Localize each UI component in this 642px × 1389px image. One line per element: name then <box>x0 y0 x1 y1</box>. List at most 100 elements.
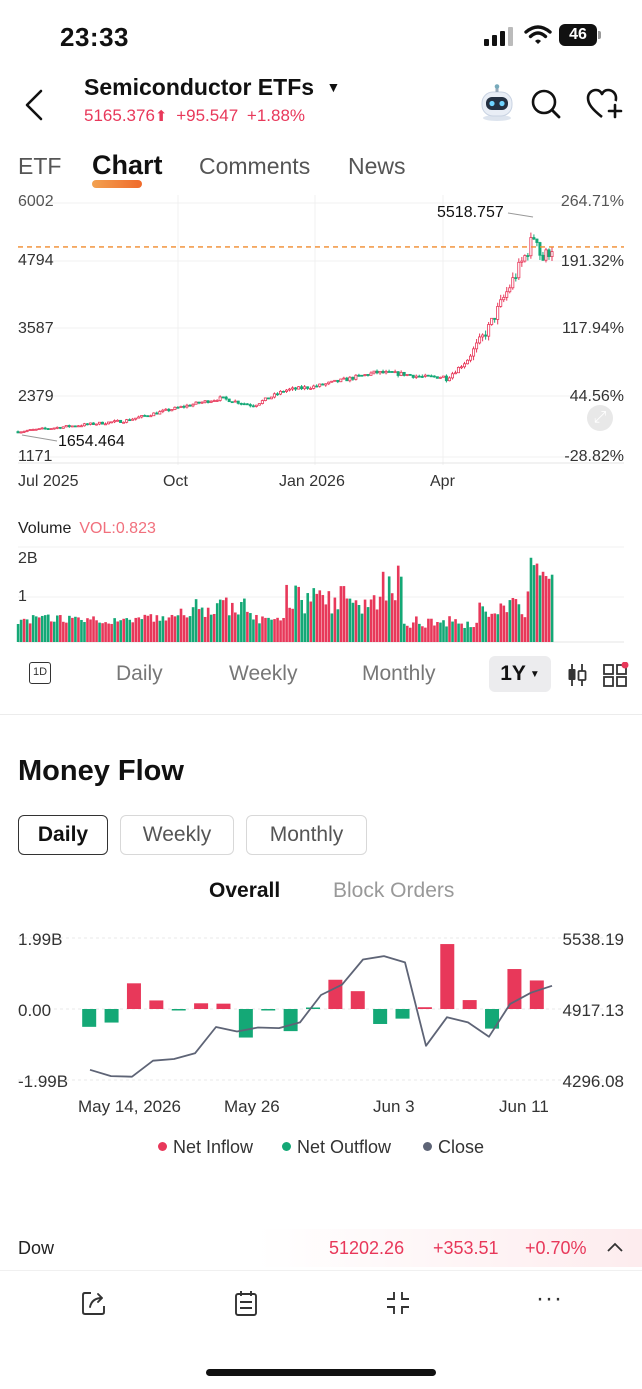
candle-body <box>354 374 358 380</box>
collapse-icon[interactable] <box>384 1289 412 1317</box>
candle-body <box>91 422 95 425</box>
volume-bar <box>378 596 382 642</box>
volume-bar <box>276 617 279 642</box>
header: Semiconductor ETFs ▼ 5165.376⬆ +95.547 +… <box>0 70 642 140</box>
volume-bar <box>43 615 47 642</box>
candle-body <box>514 277 518 280</box>
page-title[interactable]: Semiconductor ETFs ▼ <box>84 74 340 101</box>
high-price-label: 5518.757 <box>437 204 504 221</box>
volume-bar <box>152 621 156 642</box>
period-weekly[interactable]: Weekly <box>229 662 297 686</box>
candle-body <box>285 389 289 392</box>
money-flow-bar <box>440 944 455 1009</box>
notes-icon[interactable] <box>232 1289 260 1317</box>
tab-chart[interactable]: Chart <box>92 150 163 181</box>
candle-body <box>58 426 62 429</box>
candle-body <box>309 388 313 390</box>
candle-body <box>176 406 180 409</box>
volume-bar <box>270 619 273 642</box>
subtab-overall[interactable]: Overall <box>209 879 280 903</box>
volume-bar <box>372 595 376 642</box>
right-axis-label: -28.82% <box>564 448 624 465</box>
candle-body <box>487 324 491 337</box>
candle-body <box>209 400 213 403</box>
candle-body <box>321 383 325 386</box>
watchlist-add-icon[interactable] <box>586 88 626 120</box>
volume-bar <box>282 617 285 642</box>
subtab-block-orders[interactable]: Block Orders <box>333 879 454 903</box>
candle-body <box>399 371 403 376</box>
volume-bar <box>249 613 252 642</box>
segment-daily[interactable]: Daily <box>18 815 108 855</box>
right-axis-label: 117.94% <box>562 320 624 337</box>
candle-body <box>146 415 150 418</box>
period-1y-dropdown[interactable]: 1Y ▼ <box>489 656 551 692</box>
candle-body <box>251 405 255 408</box>
volume-bar <box>418 623 421 642</box>
volume-bar <box>463 627 466 642</box>
volume-bar <box>185 617 189 642</box>
search-icon[interactable] <box>530 88 562 120</box>
candle-body <box>378 370 382 374</box>
volume-bar <box>442 620 445 642</box>
candle-body <box>508 287 512 293</box>
candle-body <box>281 390 285 393</box>
candle-body <box>297 386 301 390</box>
candle-body <box>502 296 506 301</box>
left-axis-label: 6002 <box>18 193 54 210</box>
tab-etf[interactable]: ETF <box>18 153 61 180</box>
battery-level: 46 <box>569 26 587 43</box>
volume-bar <box>529 557 533 642</box>
share-icon[interactable] <box>80 1289 108 1317</box>
volume-bar <box>161 616 165 642</box>
period-daily[interactable]: Daily <box>116 662 163 686</box>
volume-bar <box>59 615 62 642</box>
candle-body <box>526 255 530 257</box>
candle-body <box>318 383 322 387</box>
candle-body <box>505 291 509 298</box>
candle-body <box>43 427 47 430</box>
volume-bar <box>119 620 122 642</box>
volume-bar <box>547 578 551 642</box>
volume-bar <box>80 619 83 642</box>
candle-body <box>275 393 279 396</box>
tab-comments[interactable]: Comments <box>199 153 310 180</box>
volume-bar <box>146 615 150 642</box>
candle-body <box>345 377 349 382</box>
segment-weekly[interactable]: Weekly <box>120 815 234 855</box>
candle-body <box>288 388 292 391</box>
volume-bar <box>86 618 89 642</box>
expand-icon[interactable]: ⤢ <box>587 405 613 431</box>
candle-body <box>315 385 319 388</box>
candle-body <box>511 277 515 289</box>
candle-body <box>278 390 282 395</box>
robot-assistant-icon[interactable] <box>477 84 517 122</box>
candle-body <box>155 412 159 415</box>
candle-body <box>245 403 249 406</box>
tab-news[interactable]: News <box>348 153 406 180</box>
volume-bar <box>448 616 451 642</box>
candle-body <box>113 420 117 423</box>
price-chart-area[interactable]: 6002 4794 3587 2379 1171 264.71% 191.32%… <box>0 193 642 515</box>
candle-body <box>40 427 44 430</box>
candle-body <box>179 405 183 408</box>
more-icon[interactable]: ··· <box>536 1285 563 1313</box>
segment-monthly[interactable]: Monthly <box>246 815 367 855</box>
chevron-up-icon[interactable] <box>606 1240 624 1254</box>
right-axis-label: 191.32% <box>560 253 624 270</box>
period-monthly[interactable]: Monthly <box>362 662 436 686</box>
candle-body <box>52 427 56 430</box>
index-ticker[interactable]: Dow 51202.26 +353.51 +0.70% <box>0 1229 642 1267</box>
volume-bar <box>333 597 337 642</box>
candlestick-icon[interactable] <box>566 663 588 687</box>
layout-grid-icon[interactable] <box>603 662 629 688</box>
money-flow-bar <box>126 983 141 1009</box>
intraday-button[interactable]: 1D <box>29 662 51 684</box>
candle-body <box>257 403 261 406</box>
volume-bar <box>134 617 138 642</box>
back-icon[interactable] <box>22 88 46 122</box>
money-flow-bar <box>306 1007 320 1009</box>
volume-bar <box>327 591 331 642</box>
candle-body <box>366 374 370 376</box>
volume-bar <box>122 618 125 642</box>
